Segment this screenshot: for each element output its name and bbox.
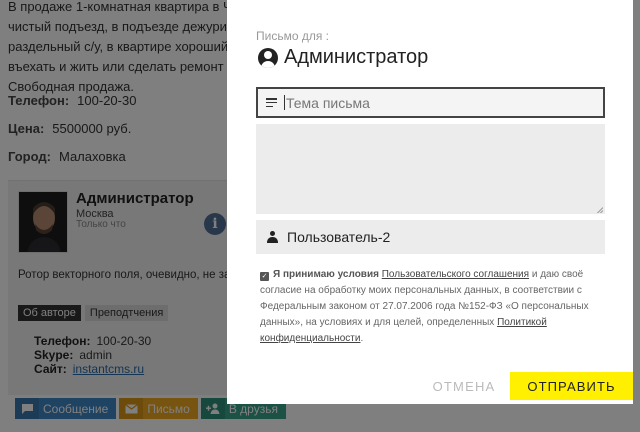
text-caret [284, 95, 285, 110]
consent-checkbox[interactable]: ✓ [260, 272, 269, 281]
user-avatar-icon [258, 47, 278, 68]
sender-field[interactable]: Пользователь-2 [256, 220, 605, 254]
recipient: Администратор [258, 46, 428, 69]
consent-block: ✓ Я принимаю условия Пользовательского со… [260, 267, 605, 347]
user-icon [267, 231, 278, 243]
recipient-label: Письмо для : [256, 29, 330, 43]
consent-accept: Я принимаю условия [273, 269, 379, 280]
send-button[interactable]: ОТПРАВИТЬ [510, 372, 633, 400]
cancel-button[interactable]: ОТМЕНА [419, 372, 509, 400]
send-letter-dialog: Письмо для : Администратор Пользователь-… [227, 0, 633, 404]
resize-handle-icon[interactable] [595, 205, 603, 213]
subject-icon [266, 98, 277, 107]
message-body-textarea[interactable] [256, 124, 605, 214]
consent-text-end: . [360, 333, 364, 344]
subject-field[interactable] [256, 87, 605, 118]
recipient-name: Администратор [284, 46, 429, 68]
agreement-link[interactable]: Пользовательского соглашения [382, 269, 529, 280]
sender-name: Пользователь-2 [287, 229, 391, 245]
subject-input[interactable] [286, 94, 586, 111]
